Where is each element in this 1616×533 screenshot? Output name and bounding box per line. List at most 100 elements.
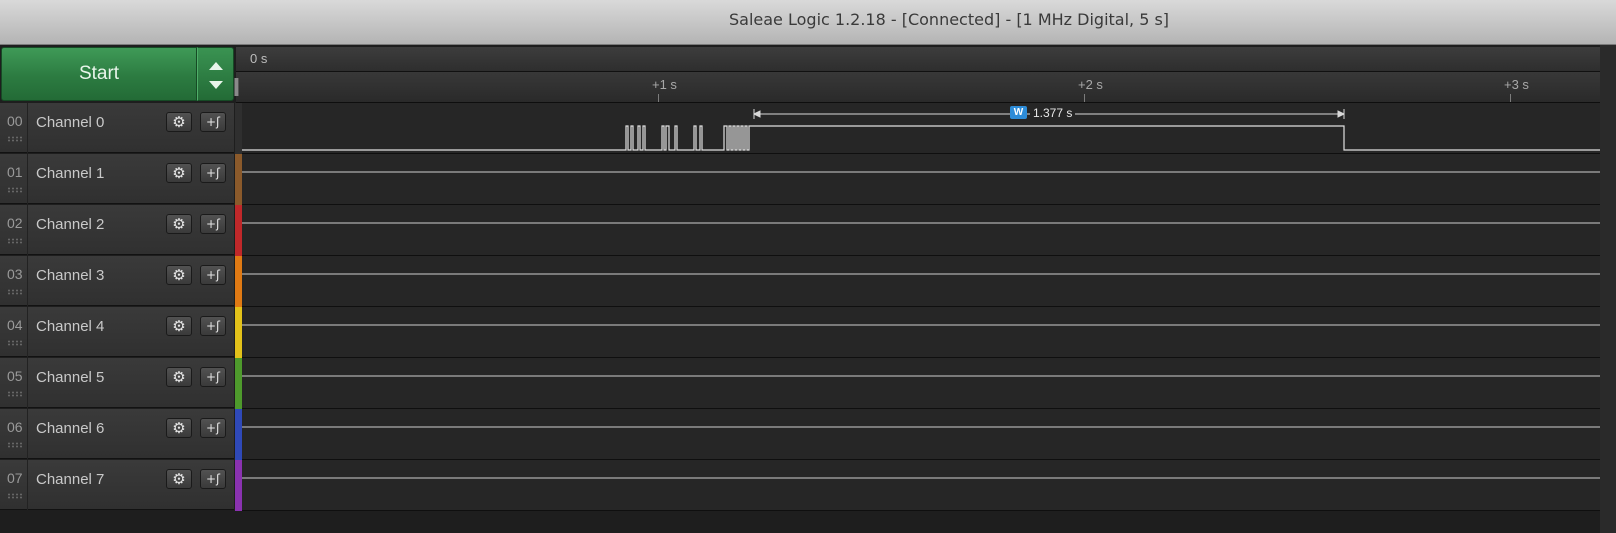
- waveform-svg: [242, 477, 1600, 479]
- channel-header: 00 Channel 0 ⚙ +ʃ: [0, 103, 234, 153]
- channel-header: 02 Channel 2 ⚙ +ʃ: [0, 205, 234, 255]
- divider: [27, 154, 28, 204]
- divider: [27, 205, 28, 255]
- trigger-edge-icon[interactable]: +ʃ: [200, 367, 226, 387]
- waveform-svg: [242, 426, 1600, 428]
- drag-grip-icon[interactable]: [7, 238, 24, 244]
- channel-number: 06: [7, 419, 23, 435]
- divider: [27, 256, 28, 306]
- channel-waveform[interactable]: [242, 205, 1600, 256]
- gear-icon[interactable]: ⚙: [166, 163, 192, 183]
- channel-name[interactable]: Channel 4: [36, 318, 104, 335]
- channel-waveform[interactable]: [242, 409, 1600, 460]
- drag-grip-icon[interactable]: [7, 493, 24, 499]
- time-origin-label: 0 s: [250, 51, 268, 66]
- tick-mark: [1510, 94, 1511, 102]
- channel-number: 00: [7, 113, 23, 129]
- channel-waveform[interactable]: [242, 307, 1600, 358]
- channel-number: 02: [7, 215, 23, 231]
- timeline-ruler[interactable]: +1 s +2 s +3 s: [234, 72, 1616, 103]
- divider: [27, 460, 28, 510]
- channel-waveform[interactable]: [242, 256, 1600, 307]
- divider: [27, 307, 28, 357]
- channel-header: 03 Channel 3 ⚙ +ʃ: [0, 256, 234, 306]
- trigger-edge-icon[interactable]: +ʃ: [200, 418, 226, 438]
- trigger-edge-icon[interactable]: +ʃ: [200, 316, 226, 336]
- ruler-left-handle[interactable]: [234, 78, 239, 96]
- channel-color-strip: [235, 205, 242, 256]
- gear-icon[interactable]: ⚙: [166, 418, 192, 438]
- measurement-arrow: [753, 110, 761, 118]
- drag-grip-icon[interactable]: [7, 136, 24, 142]
- logic-analyzer-window: Start 0 s +1 s +2 s +3 s 00 Channel 0 ⚙ …: [0, 45, 1616, 533]
- gear-icon[interactable]: ⚙: [166, 367, 192, 387]
- channel-header: 01 Channel 1 ⚙ +ʃ: [0, 154, 234, 204]
- channel-waveform[interactable]: [242, 358, 1600, 409]
- channel-name[interactable]: Channel 2: [36, 216, 104, 233]
- drag-grip-icon[interactable]: [7, 187, 24, 193]
- window-title: Saleae Logic 1.2.18 - [Connected] - [1 M…: [729, 10, 1170, 29]
- channel-0-signal: [242, 125, 1600, 151]
- channel-number: 07: [7, 470, 23, 486]
- channel-color-strip: [235, 307, 242, 358]
- channel-name[interactable]: Channel 6: [36, 420, 104, 437]
- divider: [27, 358, 28, 408]
- gear-icon[interactable]: ⚙: [166, 316, 192, 336]
- drag-grip-icon[interactable]: [7, 442, 24, 448]
- drag-grip-icon[interactable]: [7, 289, 24, 295]
- trigger-edge-icon[interactable]: +ʃ: [200, 163, 226, 183]
- timeline-origin-bar: 0 s: [236, 47, 1616, 72]
- drag-grip-icon[interactable]: [7, 391, 24, 397]
- trigger-edge-icon[interactable]: +ʃ: [200, 265, 226, 285]
- channel-header: 06 Channel 6 ⚙ +ʃ: [0, 409, 234, 459]
- vertical-scroll-strip[interactable]: [1600, 45, 1616, 533]
- channel-number: 01: [7, 164, 23, 180]
- channel-header: 07 Channel 7 ⚙ +ʃ: [0, 460, 234, 510]
- channel-row: 07 Channel 7 ⚙ +ʃ: [0, 460, 1616, 511]
- channel-name[interactable]: Channel 5: [36, 369, 104, 386]
- channel-waveform[interactable]: W 1.377 s: [242, 103, 1600, 154]
- waveform-svg: [242, 109, 1600, 151]
- arrow-up-icon: [209, 62, 223, 70]
- tick-mark: [658, 94, 659, 102]
- tick-label-3s: +3 s: [1504, 77, 1529, 92]
- channel-color-strip: [235, 358, 242, 409]
- tick-label-2s: +2 s: [1078, 77, 1103, 92]
- gear-icon[interactable]: ⚙: [166, 469, 192, 489]
- channel-header: 04 Channel 4 ⚙ +ʃ: [0, 307, 234, 357]
- channel-row: 05 Channel 5 ⚙ +ʃ: [0, 358, 1616, 409]
- waveform-svg: [242, 171, 1600, 173]
- channel-color-strip: [235, 256, 242, 307]
- arrow-down-icon: [209, 81, 223, 89]
- channel-number: 03: [7, 266, 23, 282]
- gear-icon[interactable]: ⚙: [166, 265, 192, 285]
- drag-grip-icon[interactable]: [7, 340, 24, 346]
- gear-icon[interactable]: ⚙: [166, 112, 192, 132]
- channel-row: 04 Channel 4 ⚙ +ʃ: [0, 307, 1616, 358]
- channel-name[interactable]: Channel 0: [36, 114, 104, 131]
- start-options-button[interactable]: [197, 47, 234, 101]
- trigger-edge-icon[interactable]: +ʃ: [200, 112, 226, 132]
- channel-name[interactable]: Channel 7: [36, 471, 104, 488]
- tick-mark: [1084, 94, 1085, 102]
- channel-name[interactable]: Channel 1: [36, 165, 104, 182]
- title-bar: Saleae Logic 1.2.18 - [Connected] - [1 M…: [0, 0, 1616, 45]
- waveform-svg: [242, 222, 1600, 224]
- channel-row: 06 Channel 6 ⚙ +ʃ: [0, 409, 1616, 460]
- divider: [27, 103, 28, 153]
- trigger-edge-icon[interactable]: +ʃ: [200, 214, 226, 234]
- channel-row: 02 Channel 2 ⚙ +ʃ: [0, 205, 1616, 256]
- gear-icon[interactable]: ⚙: [166, 214, 192, 234]
- start-button[interactable]: Start: [1, 47, 197, 101]
- channel-color-strip: [235, 154, 242, 205]
- channel-row: 01 Channel 1 ⚙ +ʃ: [0, 154, 1616, 205]
- width-measure-label: 1.377 s: [1030, 106, 1076, 120]
- channel-row: 00 Channel 0 ⚙ +ʃ W 1.377 s: [0, 103, 1616, 154]
- trigger-edge-icon[interactable]: +ʃ: [200, 469, 226, 489]
- channel-waveform[interactable]: [242, 154, 1600, 205]
- channel-color-strip: [235, 460, 242, 511]
- channel-name[interactable]: Channel 3: [36, 267, 104, 284]
- width-measure-badge[interactable]: W: [1010, 106, 1027, 119]
- channel-waveform[interactable]: [242, 460, 1600, 511]
- channel-number: 05: [7, 368, 23, 384]
